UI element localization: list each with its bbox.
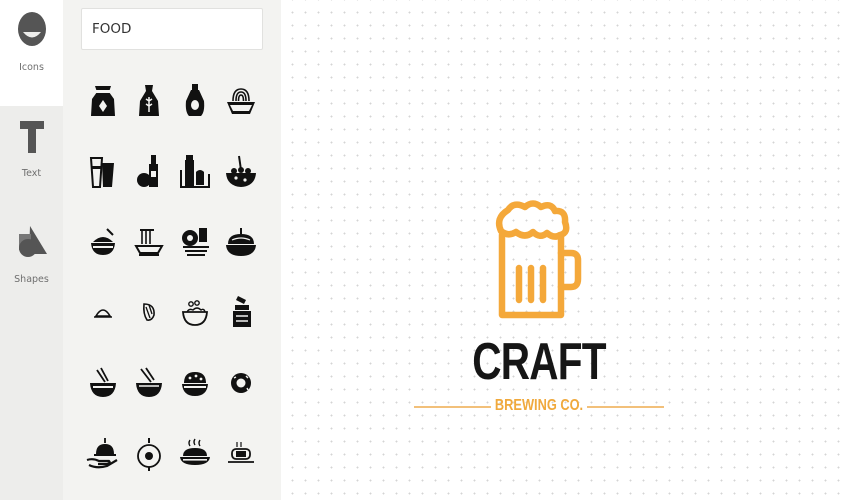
salad-bowl-icon[interactable] xyxy=(219,150,263,194)
design-canvas[interactable]: CRAFT BREWING CO. xyxy=(281,0,850,500)
sprout-leaf-icon[interactable] xyxy=(127,290,171,334)
noodles-plate-icon[interactable] xyxy=(127,220,171,264)
donut-icon[interactable] xyxy=(219,362,263,406)
text-t-icon xyxy=(18,119,46,160)
chopsticks-bowl-2-icon[interactable] xyxy=(127,362,171,406)
pan-egg-icon[interactable] xyxy=(127,432,171,476)
sushi-roll-icon[interactable] xyxy=(219,432,263,476)
dumpling-icon[interactable] xyxy=(81,290,125,334)
rail-item-icons[interactable]: Icons xyxy=(0,0,63,106)
chopsticks-bowl-icon[interactable] xyxy=(81,362,125,406)
rice-bowl-covered-icon[interactable] xyxy=(173,362,217,406)
smiley-icon xyxy=(17,11,47,52)
noodle-bowl-icon[interactable] xyxy=(219,79,263,123)
tool-rail: Icons Text Shapes xyxy=(0,0,63,500)
logo-group[interactable]: CRAFT BREWING CO. xyxy=(414,198,664,423)
wheat-bag-icon[interactable] xyxy=(127,79,171,123)
serving-hand-icon[interactable] xyxy=(81,432,125,476)
wine-bottle-icon[interactable] xyxy=(127,150,171,194)
drinks-glasses-icon[interactable] xyxy=(81,150,125,194)
milk-and-bread-icon[interactable] xyxy=(173,150,217,194)
shapes-icon xyxy=(15,224,49,265)
bowl-outline-icon[interactable] xyxy=(173,290,217,334)
icon-search-input[interactable] xyxy=(81,8,263,50)
soup-pot-icon[interactable] xyxy=(219,220,263,264)
rail-item-shapes[interactable]: Shapes xyxy=(0,212,63,318)
beer-mug-icon[interactable] xyxy=(492,198,584,322)
jar-icon[interactable] xyxy=(219,290,263,334)
rail-label-icons: Icons xyxy=(19,62,44,73)
breakfast-icon[interactable] xyxy=(173,220,217,264)
sauce-bottle-icon[interactable] xyxy=(173,79,217,123)
rail-label-shapes: Shapes xyxy=(14,274,49,285)
steaming-dish-icon[interactable] xyxy=(173,432,217,476)
logo-title[interactable]: CRAFT xyxy=(442,328,637,396)
rail-item-text[interactable]: Text xyxy=(0,106,63,212)
rice-bowl-icon[interactable] xyxy=(81,220,125,264)
icon-library-panel xyxy=(63,0,281,500)
rail-label-text: Text xyxy=(21,168,42,179)
logo-rule-right xyxy=(587,406,664,408)
flour-sack-icon[interactable] xyxy=(81,79,125,123)
